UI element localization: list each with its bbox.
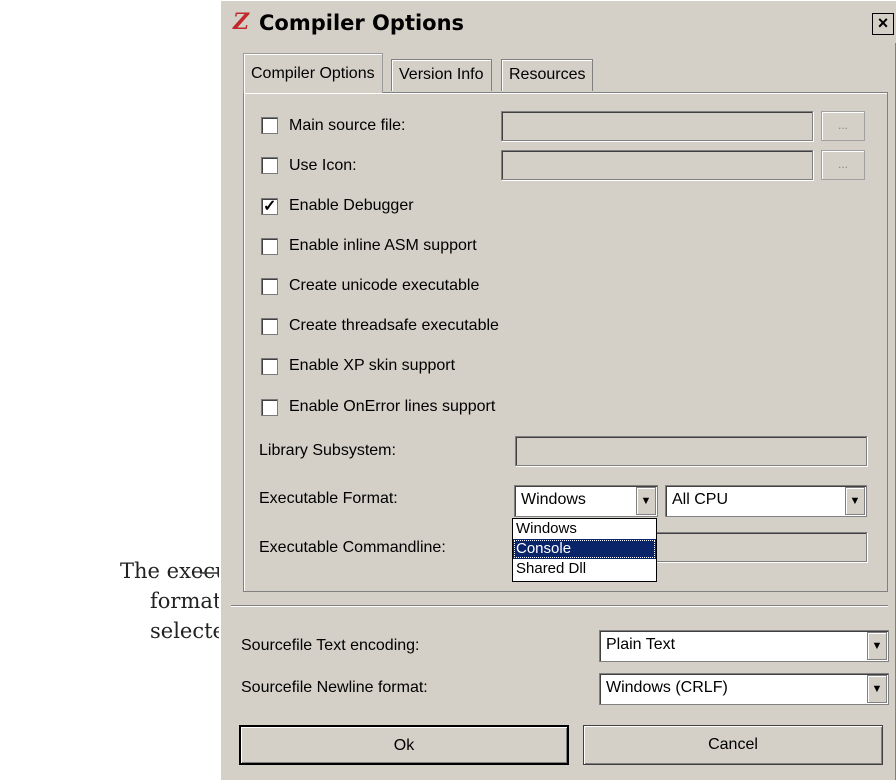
ok-button[interactable]: Ok [239,725,569,765]
executable-format-dropdown: Windows Console Shared Dll [512,518,657,582]
main-source-label: Main source file: [289,117,406,134]
unicode-executable-checkbox[interactable] [261,278,278,295]
use-icon-checkbox[interactable] [261,157,278,174]
unicode-executable-label: Create unicode executable [289,277,480,294]
main-source-browse-button[interactable]: ... [821,111,865,141]
text-encoding-select[interactable]: Plain Text ▼ [599,630,889,662]
inline-asm-checkbox[interactable] [261,238,278,255]
app-logo-icon: Z [233,9,250,35]
title-bar: Z Compiler Options × [221,1,896,43]
cpu-select[interactable]: All CPU ▼ [665,485,867,517]
library-subsystem-field[interactable] [515,436,867,466]
dropdown-option-shared-dll[interactable]: Shared Dll [513,559,656,579]
executable-format-select[interactable]: Windows ▼ [514,485,658,517]
onerror-lines-label: Enable OnError lines support [289,398,496,415]
xp-skin-checkbox[interactable] [261,358,278,375]
chevron-down-icon[interactable]: ▼ [845,487,865,515]
dropdown-option-windows[interactable]: Windows [513,519,656,539]
inline-asm-label: Enable inline ASM support [289,237,477,254]
text-encoding-label: Sourcefile Text encoding: [241,637,420,654]
tab-resources[interactable]: Resources [501,59,594,91]
callout-line: format is [150,589,246,613]
threadsafe-executable-label: Create threadsafe executable [289,317,499,334]
compiler-options-dialog: Z Compiler Options × Version Info Resour… [219,0,896,780]
enable-debugger-label: Enable Debugger [289,197,414,214]
newline-format-select[interactable]: Windows (CRLF) ▼ [599,673,889,705]
library-subsystem-label: Library Subsystem: [259,442,396,459]
use-icon-browse-button[interactable]: ... [821,150,865,180]
enable-debugger-checkbox[interactable]: ✓ [261,198,278,215]
onerror-lines-checkbox[interactable] [261,399,278,416]
executable-format-value: Windows [521,491,586,508]
separator [231,605,888,607]
dropdown-option-console[interactable]: Console [513,539,656,559]
use-icon-field[interactable] [501,150,813,180]
cpu-value: All CPU [672,491,729,508]
main-source-field[interactable] [501,111,813,141]
xp-skin-label: Enable XP skin support [289,357,456,374]
cancel-button[interactable]: Cancel [583,725,883,765]
executable-format-label: Executable Format: [259,490,398,507]
tab-compiler-options[interactable]: Compiler Options [243,53,383,93]
callout-line: The executable [120,559,283,583]
callout-text: The executable format is selected here [120,556,294,646]
callout-line: selected here [150,619,294,643]
newline-format-value: Windows (CRLF) [606,679,728,696]
main-source-checkbox[interactable] [261,117,278,134]
window-title: Compiler Options [259,11,465,35]
text-encoding-value: Plain Text [606,636,676,653]
checkmark-icon: ✓ [263,198,277,215]
tab-version-info[interactable]: Version Info [391,59,492,91]
newline-format-label: Sourcefile Newline format: [241,679,428,696]
executable-commandline-label: Executable Commandline: [259,539,446,556]
chevron-down-icon[interactable]: ▼ [867,675,887,703]
threadsafe-executable-checkbox[interactable] [261,318,278,335]
chevron-down-icon[interactable]: ▼ [636,487,656,515]
close-button[interactable]: × [872,13,894,35]
chevron-down-icon[interactable]: ▼ [867,632,887,660]
use-icon-label: Use Icon: [289,157,357,174]
